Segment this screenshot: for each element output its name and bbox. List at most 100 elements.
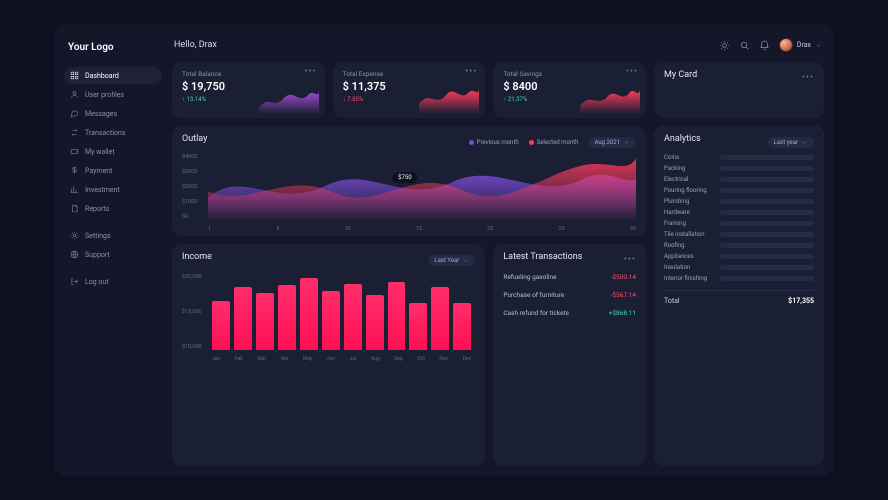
analytics-label: Plumbing <box>664 198 714 205</box>
y-tick: $15,000 <box>182 309 202 315</box>
chat-icon <box>70 109 79 118</box>
y-tick: $0 <box>182 214 197 220</box>
income-bar <box>366 295 384 350</box>
analytics-label: Appliances <box>664 253 714 260</box>
analytics-bar-bg <box>720 210 814 215</box>
analytics-period-dropdown[interactable]: Last year <box>768 137 814 148</box>
transaction-amount: +$868.11 <box>609 309 636 317</box>
analytics-label: Tile installation <box>664 231 714 238</box>
bell-icon[interactable] <box>759 39 771 51</box>
sidebar-item-label: Support <box>85 251 110 259</box>
analytics-bar-bg <box>720 199 814 204</box>
x-tick: May <box>303 356 312 362</box>
more-icon[interactable]: ••• <box>802 74 814 83</box>
income-bar <box>234 287 252 350</box>
sidebar-item-label: Payment <box>85 167 112 175</box>
stat-label: Total Savings <box>503 70 636 78</box>
sidebar-item-reports[interactable]: Reports <box>64 200 162 217</box>
chevron-down-icon <box>623 139 630 146</box>
more-icon[interactable]: ••• <box>624 256 636 265</box>
user-icon <box>70 90 79 99</box>
y-tick: $20,000 <box>182 274 202 280</box>
analytics-label: Hardware <box>664 209 714 216</box>
transaction-amount: -$500.14 <box>611 273 636 281</box>
x-tick: Apr <box>281 356 289 362</box>
income-bar <box>278 285 296 350</box>
analytics-row: Tile installation <box>664 231 814 238</box>
logout-icon <box>70 277 79 286</box>
x-tick: Sep <box>394 356 402 362</box>
income-period-dropdown[interactable]: Last Year <box>428 255 475 266</box>
grid-icon <box>70 71 79 80</box>
sidebar-item-transactions[interactable]: Transactions <box>64 124 162 141</box>
sidebar-item-label: Log out <box>85 278 109 286</box>
top-actions: Drax <box>719 38 822 52</box>
income-panel: Income Last Year $20,000$15,000$10,000 J… <box>172 244 485 466</box>
analytics-bar-bg <box>720 177 814 182</box>
chart-icon <box>70 185 79 194</box>
analytics-label: Framing <box>664 220 714 227</box>
sidebar-item-label: Messages <box>85 110 117 118</box>
x-tick: 30 <box>630 226 636 232</box>
x-tick: Jun <box>327 356 335 362</box>
theme-toggle-icon[interactable] <box>719 39 731 51</box>
transaction-row[interactable]: Cash refund for tickets +$868.11 <box>503 304 636 322</box>
sidebar-item-label: Reports <box>85 205 109 213</box>
stat-total-balance: ••• Total Balance $ 19,750 ↑ 13.14% <box>172 62 325 118</box>
outlay-period-dropdown[interactable]: Aug 2021 <box>588 137 636 148</box>
section-title: Analytics <box>664 134 701 144</box>
chevron-down-icon <box>801 139 808 146</box>
analytics-row: Roofing <box>664 242 814 249</box>
sidebar-item-support[interactable]: Support <box>64 246 162 263</box>
avatar <box>779 38 793 52</box>
sidebar-item-settings[interactable]: Settings <box>64 227 162 244</box>
x-tick: 15 <box>416 226 422 232</box>
income-bar <box>409 303 427 351</box>
x-tick: 10 <box>344 226 350 232</box>
search-icon[interactable] <box>739 39 751 51</box>
analytics-row: Packing <box>664 165 814 172</box>
sidebar-item-label: Dashboard <box>85 72 119 80</box>
income-bar <box>431 287 449 350</box>
x-tick: 25 <box>558 226 564 232</box>
sidebar-item-payment[interactable]: Payment <box>64 162 162 179</box>
sidebar: Your Logo Dashboard User profiles Messag… <box>64 34 162 466</box>
analytics-row: Insulation <box>664 264 814 271</box>
nav-primary: Dashboard User profiles Messages Transac… <box>64 67 162 217</box>
sidebar-item-investment[interactable]: Investment <box>64 181 162 198</box>
analytics-label: Packing <box>664 165 714 172</box>
brand-logo: Your Logo <box>64 34 162 67</box>
chevron-down-icon <box>815 42 822 49</box>
more-icon[interactable]: ••• <box>465 68 477 77</box>
legend-dot-selected <box>529 140 534 145</box>
outlay-legend: Previous month Selected month <box>469 139 579 146</box>
topbar: Hello, Drax Drax <box>172 34 824 54</box>
transaction-row[interactable]: Purchase of furniture -$567.14 <box>503 286 636 304</box>
sparkline <box>259 84 319 114</box>
analytics-row: Appliances <box>664 253 814 260</box>
sparkline <box>419 84 479 114</box>
analytics-bar-bg <box>720 276 814 281</box>
section-title: Income <box>182 252 212 262</box>
x-tick: Mar <box>257 356 266 362</box>
user-menu[interactable]: Drax <box>779 38 822 52</box>
more-icon[interactable]: ••• <box>626 68 638 77</box>
main: Hello, Drax Drax <box>172 34 824 466</box>
analytics-panel: Analytics Last year Coins Packing Electr… <box>654 126 824 466</box>
sidebar-item-log out[interactable]: Log out <box>64 273 162 290</box>
greeting: Hello, Drax <box>174 40 217 50</box>
outlay-chart: $4000$3000$2000$1000$0 $750 15101520 <box>182 154 636 232</box>
sidebar-item-messages[interactable]: Messages <box>64 105 162 122</box>
income-bar <box>212 301 230 350</box>
transactions-list: Refueling gasoline -$500.14 Purchase of … <box>503 268 636 322</box>
sidebar-item-label: Settings <box>85 232 111 240</box>
transaction-row[interactable]: Refueling gasoline -$500.14 <box>503 268 636 286</box>
y-tick: $3000 <box>182 169 197 175</box>
sidebar-item-my wallet[interactable]: My wallet <box>64 143 162 160</box>
section-title: My Card <box>664 70 697 80</box>
transaction-name: Purchase of furniture <box>503 291 564 299</box>
transaction-name: Refueling gasoline <box>503 273 556 281</box>
sidebar-item-user profiles[interactable]: User profiles <box>64 86 162 103</box>
sidebar-item-dashboard[interactable]: Dashboard <box>64 67 162 84</box>
more-icon[interactable]: ••• <box>305 68 317 77</box>
